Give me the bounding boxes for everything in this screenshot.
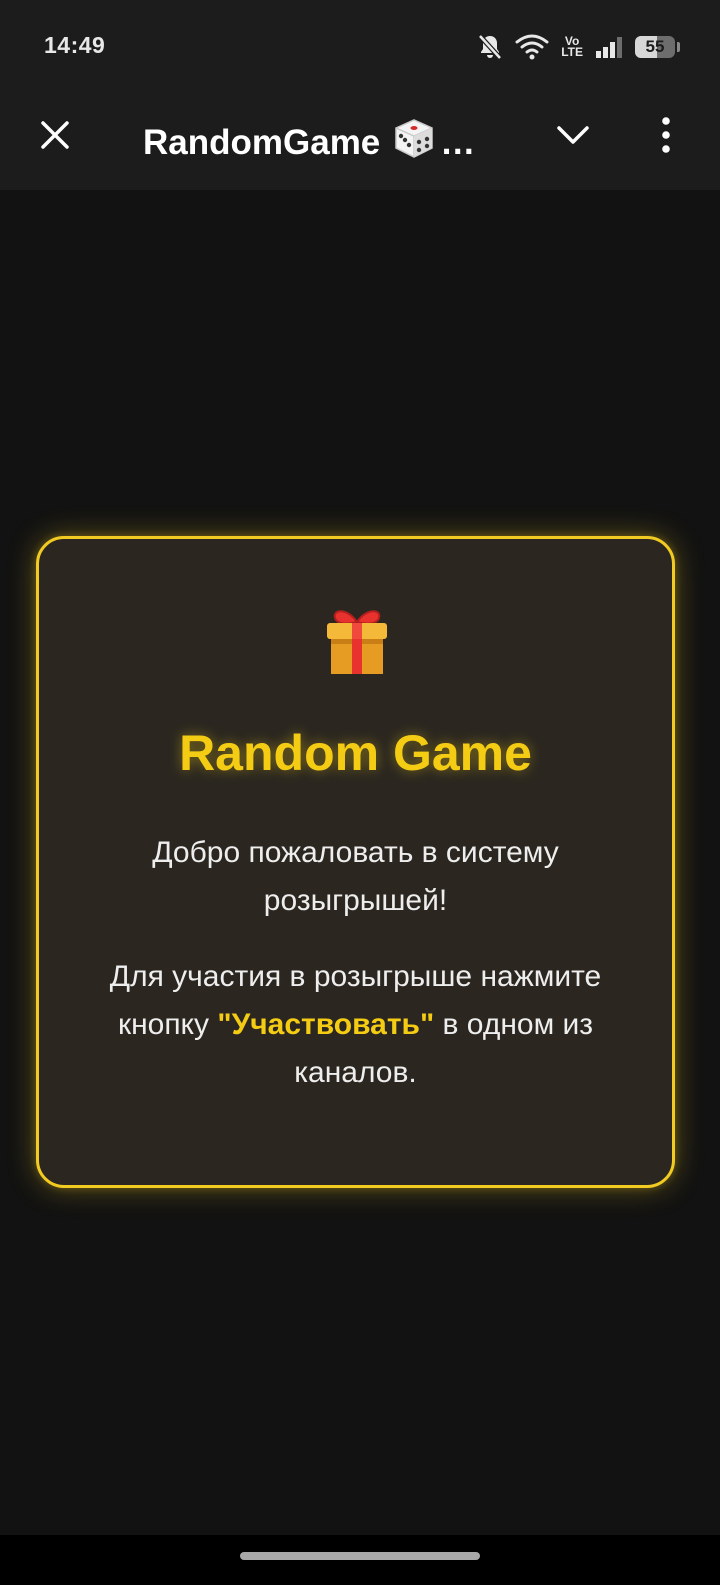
system-nav-bar — [0, 1535, 720, 1585]
wifi-icon — [515, 34, 549, 60]
gift-icon — [324, 604, 390, 676]
instructions-text: Для участия в розыгрыше нажмите кнопку "… — [79, 953, 632, 1097]
card-title: Random Game — [179, 725, 532, 781]
battery-level: 55 — [645, 37, 665, 56]
dice-icon — [390, 114, 438, 171]
close-icon — [41, 121, 69, 149]
status-time: 14:49 — [44, 32, 106, 58]
home-indicator[interactable] — [240, 1552, 480, 1560]
chevron-down-icon — [557, 126, 589, 144]
status-icons: Vo LTE 55 — [477, 30, 680, 64]
welcome-card: Random Game Добро пожаловать в систему р… — [36, 536, 675, 1188]
volte-icon: Vo LTE — [561, 35, 583, 59]
more-vertical-icon — [662, 117, 670, 153]
volte-bottom-label: LTE — [561, 45, 583, 59]
header-title-text: RandomGame — [143, 122, 381, 162]
participate-highlight: "Участвовать" — [217, 1008, 435, 1041]
app-header: RandomGame … — [0, 92, 720, 190]
title-ellipsis: … — [440, 122, 476, 162]
more-menu-button[interactable] — [648, 110, 684, 160]
close-button[interactable] — [30, 110, 80, 160]
collapse-button[interactable] — [548, 110, 598, 160]
header-title: RandomGame … — [143, 114, 483, 171]
signal-icon — [595, 35, 623, 59]
battery-icon: 55 — [635, 36, 675, 58]
bell-muted-icon — [477, 33, 503, 61]
battery-cap — [677, 42, 680, 52]
status-bar: 14:49 Vo LTE 55 — [0, 0, 720, 92]
welcome-text: Добро пожаловать в систему розыгрышей! — [152, 836, 559, 917]
webview-content: Random Game Добро пожаловать в систему р… — [0, 190, 720, 1535]
